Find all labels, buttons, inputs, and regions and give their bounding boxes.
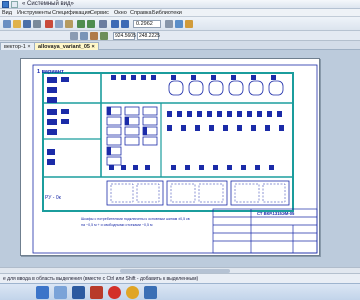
drawing-note-2: на ~0,5 м + и свободными отсеками ~0,5 м: [81, 223, 153, 227]
sheet-corner-label: 1 вариант: [37, 69, 64, 75]
kompas-icon[interactable]: [90, 286, 103, 299]
top-breaker-row: [111, 75, 276, 80]
opera-browser-icon[interactable]: [108, 286, 121, 299]
new-document-icon[interactable]: [3, 20, 11, 28]
lower-room-cells: [110, 183, 286, 203]
undo-icon[interactable]: [77, 20, 85, 28]
menu-item-tools[interactable]: Инструменты: [17, 9, 51, 17]
main-toolbar: 0.2962: [0, 17, 360, 31]
menu-item-view[interactable]: Вид: [2, 9, 12, 17]
app-logo-icon: [2, 1, 9, 8]
pan-icon[interactable]: [165, 20, 173, 28]
status-bar: е для ввода в область выделения (вместе …: [0, 273, 360, 283]
coord-x-field[interactable]: 924.5605: [113, 32, 136, 40]
coord-y-field[interactable]: 248.2225: [137, 32, 160, 40]
save-icon[interactable]: [23, 20, 31, 28]
menu-item-specification[interactable]: Спецификация: [52, 9, 91, 17]
cut-icon[interactable]: [45, 20, 53, 28]
middle-cabinet-markers: [107, 107, 147, 155]
cad-application-window: « Системный вид» Вид Инструменты Специфи…: [0, 0, 360, 300]
menu-bar: Вид Инструменты Спецификация Сервис Окно…: [0, 9, 360, 17]
layers-icon[interactable]: [185, 20, 193, 28]
menu-item-help[interactable]: Справка: [130, 9, 152, 17]
stamp-code: СТ ВКР.1315ЭМ-05: [257, 211, 295, 216]
zoom-in-icon[interactable]: [111, 20, 119, 28]
zoom-out-icon[interactable]: [121, 20, 129, 28]
tab-allovaya-variant-05[interactable]: allovaya_variant_05 ×: [34, 42, 99, 50]
file-explorer-icon[interactable]: [36, 286, 49, 299]
ortho-icon[interactable]: [90, 32, 98, 40]
document-icon: [11, 1, 18, 8]
panel-label: РУ - 0к: [45, 195, 62, 201]
left-switchgear-column: [47, 77, 69, 165]
right-breaker-rows: [167, 111, 284, 131]
redo-icon[interactable]: [87, 20, 95, 28]
document-tabs: вектор-1 × allovaya_variant_05 ×: [0, 41, 360, 50]
lower-rooms: [106, 180, 290, 206]
copy-icon[interactable]: [55, 20, 63, 28]
coordinates-toolbar: 924.5605 248.2225: [0, 31, 360, 41]
grid-icon[interactable]: [80, 32, 88, 40]
open-folder-icon[interactable]: [13, 20, 21, 28]
os-taskbar: [0, 283, 360, 300]
drawing-note-1: Шкафы с потребителями подключены к основ…: [81, 217, 190, 221]
windows-explorer-icon[interactable]: [54, 286, 67, 299]
app-window-icon[interactable]: [144, 286, 157, 299]
refresh-icon[interactable]: [175, 20, 183, 28]
electrical-plan-drawing: РУ - 0к Шкафы с потребителями подключены…: [32, 64, 318, 254]
paste-icon[interactable]: [65, 20, 73, 28]
local-cs-icon[interactable]: [100, 32, 108, 40]
snap-icon[interactable]: [70, 32, 78, 40]
menu-item-libraries[interactable]: Библиотеки: [152, 9, 182, 17]
tab-vector-1[interactable]: вектор-1 ×: [0, 42, 35, 50]
middle-cabinet-column: [106, 106, 158, 166]
main-bus-loop: [42, 72, 294, 212]
zoom-field[interactable]: 0.2962: [133, 20, 161, 28]
drawing-sheet[interactable]: РУ - 0к Шкафы с потребителями подключены…: [20, 58, 320, 256]
menu-item-service[interactable]: Сервис: [90, 9, 109, 17]
word-icon[interactable]: [72, 286, 85, 299]
print-icon[interactable]: [33, 20, 41, 28]
top-equipment-row: [168, 80, 284, 96]
menu-item-window[interactable]: Окно: [114, 9, 127, 17]
lower-breaker-row: [109, 165, 274, 170]
chrome-browser-icon[interactable]: [126, 286, 139, 299]
properties-icon[interactable]: [99, 20, 107, 28]
title-bar: « Системный вид»: [0, 0, 360, 9]
window-title: « Системный вид»: [22, 1, 74, 7]
